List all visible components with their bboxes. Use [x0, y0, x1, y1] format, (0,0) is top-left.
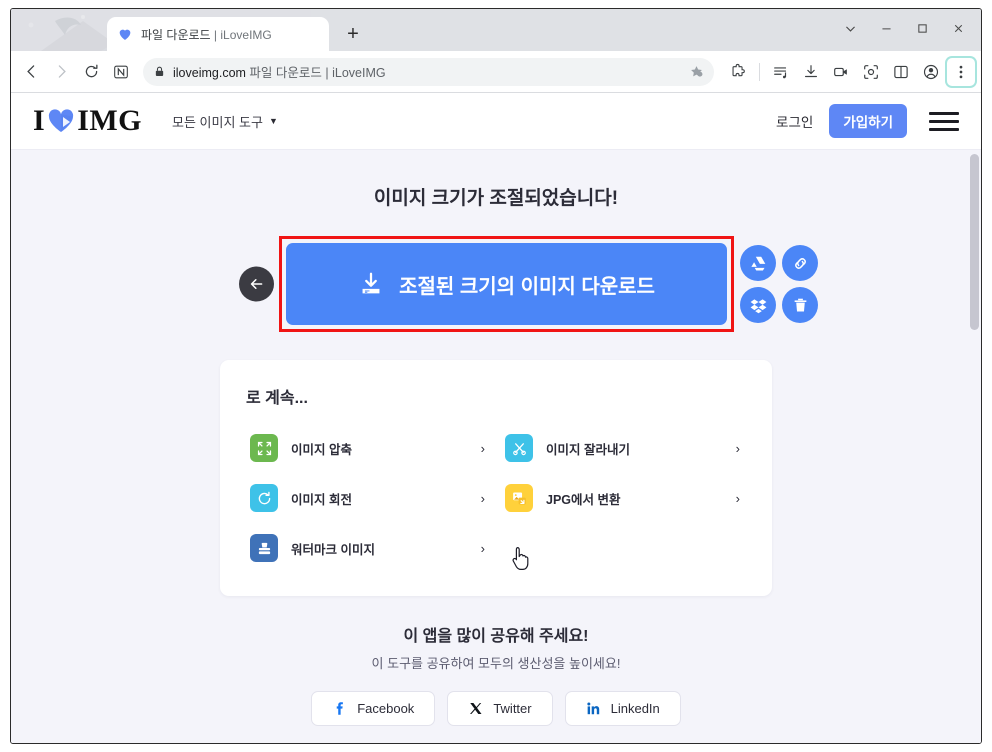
continue-title: 로 계속...: [246, 390, 308, 407]
download-section: 조절된 크기의 이미지 다운로드: [11, 236, 981, 570]
heart-icon: [49, 109, 74, 132]
linkedin-icon: [586, 702, 599, 715]
dropbox-icon: [750, 298, 766, 313]
tool-label: 워터마크 이미지: [291, 542, 375, 557]
tab-title: 파일 다운로드 | iLoveIMG: [141, 27, 272, 42]
three-dot-menu-icon[interactable]: [947, 58, 975, 86]
header-actions: 로그인 가입하기: [776, 104, 959, 138]
tool-label: 이미지 잘라내기: [546, 442, 630, 457]
chevron-right-icon: ›: [735, 440, 740, 456]
tool-item-compress[interactable]: 이미지 압축 ›: [246, 426, 491, 470]
window-controls: [833, 15, 975, 41]
logo-text-left: I: [33, 104, 46, 137]
share-title: 이 앱을 많이 공유해 주세요!: [403, 628, 589, 645]
logo-text-right: IMG: [77, 104, 143, 137]
new-tab-button[interactable]: +: [341, 22, 365, 46]
window-maximize-button[interactable]: [905, 15, 939, 41]
split-view-icon[interactable]: [887, 58, 915, 86]
browser-tab-active[interactable]: 파일 다운로드 | iLoveIMG: [107, 17, 329, 51]
forward-arrow-icon[interactable]: [47, 58, 75, 86]
naver-home-button[interactable]: [107, 58, 135, 86]
hamburger-icon[interactable]: [929, 111, 959, 131]
tool-label: JPG에서 변환: [546, 492, 621, 507]
copy-link-button[interactable]: [782, 245, 818, 281]
share-button-label: LinkedIn: [610, 701, 660, 716]
browser-window: 파일 다운로드 | iLoveIMG + iloveimg.com 파일 다운로…: [10, 8, 982, 744]
download-resized-image-button[interactable]: 조절된 크기의 이미지 다운로드: [286, 243, 727, 325]
tool-label: 이미지 압축: [291, 442, 352, 457]
tool-item-rotate[interactable]: 이미지 회전 ›: [246, 476, 491, 520]
continue-with-card: 로 계속... 이미지 압축 › 이미지 잘라내기 › 이미지 회전 › JPG…: [220, 360, 772, 596]
window-minimize-button[interactable]: [869, 15, 903, 41]
site-header: I IMG 모든 이미지 도구 ▼ 로그인 가입하기: [11, 93, 981, 150]
browser-toolbar: iloveimg.com 파일 다운로드 | iLoveIMG: [11, 51, 981, 93]
convert-image-icon: [505, 484, 533, 512]
tool-label: 이미지 회전: [291, 492, 352, 507]
page-content: 이미지 크기가 조절되었습니다! 조절된 크기의 이미지 다운로드 로 계속..…: [11, 150, 981, 743]
google-drive-icon: [750, 256, 765, 271]
rotate-icon: [250, 484, 278, 512]
heart-icon: [119, 29, 131, 40]
tool-list: 이미지 압축 › 이미지 잘라내기 › 이미지 회전 › JPG에서 변환 › …: [246, 426, 746, 570]
scrollbar-thumb[interactable]: [970, 154, 979, 330]
downloads-icon[interactable]: [797, 58, 825, 86]
share-button-label: Twitter: [493, 701, 532, 716]
back-to-editor-button[interactable]: [239, 266, 274, 302]
toolbar-divider: [759, 62, 760, 81]
window-close-button[interactable]: [941, 15, 975, 41]
tool-item-watermark[interactable]: 워터마크 이미지 ›: [246, 526, 491, 570]
playlist-music-icon[interactable]: [767, 58, 795, 86]
signup-button[interactable]: 가입하기: [829, 104, 907, 138]
download-icon: [362, 272, 380, 294]
chevron-right-icon: ›: [735, 490, 740, 506]
delete-button[interactable]: [782, 287, 818, 323]
chevron-right-icon: ›: [480, 440, 485, 456]
share-section: 이 앱을 많이 공유해 주세요! 이 도구를 공유하여 모두의 생산성을 높이세…: [11, 622, 981, 726]
dropbox-button[interactable]: [740, 287, 776, 323]
tool-item-crop[interactable]: 이미지 잘라내기 ›: [501, 426, 746, 470]
share-facebook-button[interactable]: Facebook: [311, 691, 436, 726]
extensions-puzzle-icon[interactable]: [724, 58, 752, 86]
back-arrow-icon: [250, 278, 263, 290]
reload-icon[interactable]: [77, 58, 105, 86]
share-subtitle: 이 도구를 공유하여 모두의 생산성을 높이세요!: [371, 656, 621, 671]
address-bar[interactable]: iloveimg.com 파일 다운로드 | iLoveIMG: [143, 57, 714, 86]
twitter-x-icon: [470, 702, 482, 715]
facebook-icon: [336, 702, 344, 715]
nav-all-image-tools-label: 모든 이미지 도구: [172, 114, 263, 130]
page-scrollbar[interactable]: [968, 150, 981, 743]
lock-icon: [155, 66, 164, 76]
video-capture-icon[interactable]: [827, 58, 855, 86]
google-drive-button[interactable]: [740, 245, 776, 281]
screenshot-icon[interactable]: [857, 58, 885, 86]
back-arrow-icon[interactable]: [17, 58, 45, 86]
address-bar-text: iloveimg.com 파일 다운로드 | iLoveIMG: [173, 66, 386, 80]
share-linkedin-button[interactable]: LinkedIn: [564, 691, 681, 726]
site-logo[interactable]: I IMG: [33, 104, 142, 138]
result-heading: 이미지 크기가 조절되었습니다!: [373, 188, 619, 209]
page-viewport: I IMG 모든 이미지 도구 ▼ 로그인 가입하기 이미지 크기가 조절되었습…: [11, 93, 981, 743]
share-button-label: Facebook: [357, 701, 415, 716]
chevron-down-icon: ▼: [268, 116, 278, 126]
side-action-buttons: [740, 245, 818, 323]
login-link[interactable]: 로그인: [776, 111, 813, 131]
link-icon: [794, 257, 806, 269]
chevron-right-icon: ›: [480, 490, 485, 506]
nav-all-image-tools[interactable]: 모든 이미지 도구 ▼: [172, 112, 278, 131]
profile-avatar-icon[interactable]: [917, 58, 945, 86]
stamp-icon: [250, 534, 278, 562]
trash-icon: [794, 298, 806, 312]
tool-item-convert-from-jpg[interactable]: JPG에서 변환 ›: [501, 476, 746, 520]
compress-icon: [250, 434, 278, 462]
share-button-row: Facebook Twitter LinkedIn: [11, 691, 981, 726]
window-chevron-down-button[interactable]: [833, 15, 867, 41]
tab-strip: 파일 다운로드 | iLoveIMG +: [11, 9, 981, 51]
download-button-label: 조절된 크기의 이미지 다운로드: [399, 275, 655, 298]
scissors-icon: [505, 434, 533, 462]
chevron-right-icon: ›: [480, 540, 485, 556]
bookmark-star-icon[interactable]: [689, 64, 704, 79]
share-twitter-button[interactable]: Twitter: [447, 691, 553, 726]
